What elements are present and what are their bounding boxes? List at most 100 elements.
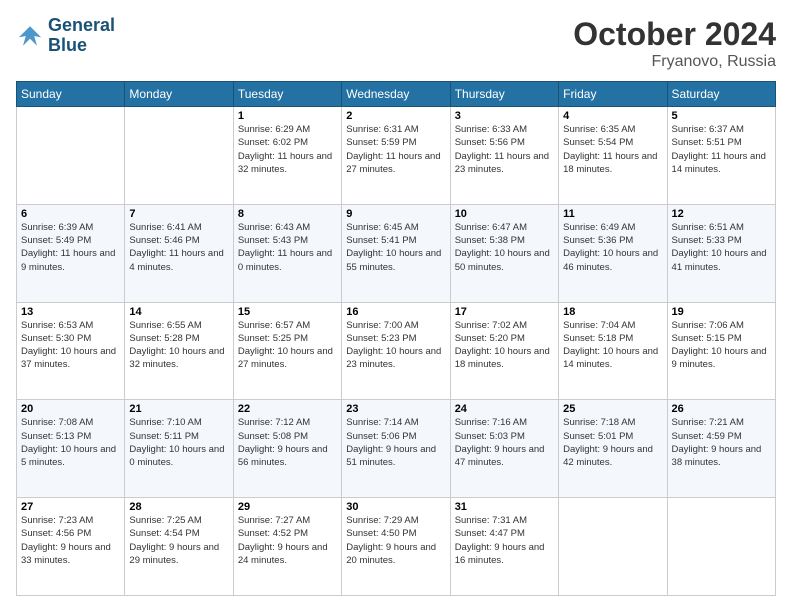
day-number: 5: [672, 110, 771, 122]
calendar-cell: 1Sunrise: 6:29 AM Sunset: 6:02 PM Daylig…: [233, 107, 341, 205]
calendar-cell: 18Sunrise: 7:04 AM Sunset: 5:18 PM Dayli…: [559, 302, 667, 400]
calendar-week-row: 20Sunrise: 7:08 AM Sunset: 5:13 PM Dayli…: [17, 400, 776, 498]
day-info: Sunrise: 7:16 AM Sunset: 5:03 PM Dayligh…: [455, 416, 554, 469]
header: General Blue October 2024 Fryanovo, Russ…: [16, 16, 776, 71]
calendar-cell: [559, 498, 667, 596]
header-thursday: Thursday: [450, 82, 558, 107]
calendar-cell: 24Sunrise: 7:16 AM Sunset: 5:03 PM Dayli…: [450, 400, 558, 498]
day-info: Sunrise: 6:43 AM Sunset: 5:43 PM Dayligh…: [238, 221, 337, 274]
day-info: Sunrise: 6:57 AM Sunset: 5:25 PM Dayligh…: [238, 319, 337, 372]
day-number: 7: [129, 208, 228, 220]
calendar-week-row: 6Sunrise: 6:39 AM Sunset: 5:49 PM Daylig…: [17, 204, 776, 302]
day-number: 20: [21, 403, 120, 415]
day-number: 1: [238, 110, 337, 122]
day-number: 27: [21, 501, 120, 513]
calendar-cell: 31Sunrise: 7:31 AM Sunset: 4:47 PM Dayli…: [450, 498, 558, 596]
calendar-table: Sunday Monday Tuesday Wednesday Thursday…: [16, 81, 776, 596]
calendar-cell: [17, 107, 125, 205]
calendar-cell: 30Sunrise: 7:29 AM Sunset: 4:50 PM Dayli…: [342, 498, 450, 596]
calendar-cell: 23Sunrise: 7:14 AM Sunset: 5:06 PM Dayli…: [342, 400, 450, 498]
day-number: 9: [346, 208, 445, 220]
calendar-cell: 20Sunrise: 7:08 AM Sunset: 5:13 PM Dayli…: [17, 400, 125, 498]
day-number: 22: [238, 403, 337, 415]
calendar-cell: 29Sunrise: 7:27 AM Sunset: 4:52 PM Dayli…: [233, 498, 341, 596]
calendar-cell: 19Sunrise: 7:06 AM Sunset: 5:15 PM Dayli…: [667, 302, 775, 400]
day-info: Sunrise: 6:33 AM Sunset: 5:56 PM Dayligh…: [455, 123, 554, 176]
day-info: Sunrise: 7:06 AM Sunset: 5:15 PM Dayligh…: [672, 319, 771, 372]
day-info: Sunrise: 6:41 AM Sunset: 5:46 PM Dayligh…: [129, 221, 228, 274]
header-sunday: Sunday: [17, 82, 125, 107]
day-number: 13: [21, 306, 120, 318]
logo-text: General Blue: [48, 16, 115, 56]
day-info: Sunrise: 6:29 AM Sunset: 6:02 PM Dayligh…: [238, 123, 337, 176]
day-info: Sunrise: 6:55 AM Sunset: 5:28 PM Dayligh…: [129, 319, 228, 372]
calendar-cell: 11Sunrise: 6:49 AM Sunset: 5:36 PM Dayli…: [559, 204, 667, 302]
day-number: 29: [238, 501, 337, 513]
calendar-cell: 25Sunrise: 7:18 AM Sunset: 5:01 PM Dayli…: [559, 400, 667, 498]
calendar-cell: 8Sunrise: 6:43 AM Sunset: 5:43 PM Daylig…: [233, 204, 341, 302]
calendar-cell: 16Sunrise: 7:00 AM Sunset: 5:23 PM Dayli…: [342, 302, 450, 400]
calendar-cell: 9Sunrise: 6:45 AM Sunset: 5:41 PM Daylig…: [342, 204, 450, 302]
day-info: Sunrise: 7:29 AM Sunset: 4:50 PM Dayligh…: [346, 514, 445, 567]
day-number: 14: [129, 306, 228, 318]
calendar-cell: 4Sunrise: 6:35 AM Sunset: 5:54 PM Daylig…: [559, 107, 667, 205]
header-monday: Monday: [125, 82, 233, 107]
month-title: October 2024: [573, 16, 776, 53]
day-info: Sunrise: 7:00 AM Sunset: 5:23 PM Dayligh…: [346, 319, 445, 372]
day-number: 19: [672, 306, 771, 318]
day-info: Sunrise: 6:31 AM Sunset: 5:59 PM Dayligh…: [346, 123, 445, 176]
day-number: 25: [563, 403, 662, 415]
calendar-cell: 28Sunrise: 7:25 AM Sunset: 4:54 PM Dayli…: [125, 498, 233, 596]
calendar-cell: 14Sunrise: 6:55 AM Sunset: 5:28 PM Dayli…: [125, 302, 233, 400]
day-info: Sunrise: 6:51 AM Sunset: 5:33 PM Dayligh…: [672, 221, 771, 274]
day-number: 31: [455, 501, 554, 513]
weekday-header-row: Sunday Monday Tuesday Wednesday Thursday…: [17, 82, 776, 107]
day-number: 28: [129, 501, 228, 513]
day-number: 4: [563, 110, 662, 122]
day-info: Sunrise: 6:53 AM Sunset: 5:30 PM Dayligh…: [21, 319, 120, 372]
calendar-cell: 5Sunrise: 6:37 AM Sunset: 5:51 PM Daylig…: [667, 107, 775, 205]
day-number: 16: [346, 306, 445, 318]
day-info: Sunrise: 7:02 AM Sunset: 5:20 PM Dayligh…: [455, 319, 554, 372]
day-info: Sunrise: 7:08 AM Sunset: 5:13 PM Dayligh…: [21, 416, 120, 469]
header-tuesday: Tuesday: [233, 82, 341, 107]
calendar-cell: 3Sunrise: 6:33 AM Sunset: 5:56 PM Daylig…: [450, 107, 558, 205]
day-info: Sunrise: 6:47 AM Sunset: 5:38 PM Dayligh…: [455, 221, 554, 274]
day-info: Sunrise: 7:25 AM Sunset: 4:54 PM Dayligh…: [129, 514, 228, 567]
day-number: 10: [455, 208, 554, 220]
day-info: Sunrise: 6:45 AM Sunset: 5:41 PM Dayligh…: [346, 221, 445, 274]
calendar-cell: 21Sunrise: 7:10 AM Sunset: 5:11 PM Dayli…: [125, 400, 233, 498]
day-number: 24: [455, 403, 554, 415]
day-number: 11: [563, 208, 662, 220]
logo: General Blue: [16, 16, 115, 56]
day-info: Sunrise: 7:10 AM Sunset: 5:11 PM Dayligh…: [129, 416, 228, 469]
page: General Blue October 2024 Fryanovo, Russ…: [0, 0, 792, 612]
day-number: 18: [563, 306, 662, 318]
day-number: 26: [672, 403, 771, 415]
day-info: Sunrise: 7:31 AM Sunset: 4:47 PM Dayligh…: [455, 514, 554, 567]
header-wednesday: Wednesday: [342, 82, 450, 107]
calendar-cell: 22Sunrise: 7:12 AM Sunset: 5:08 PM Dayli…: [233, 400, 341, 498]
calendar-cell: 26Sunrise: 7:21 AM Sunset: 4:59 PM Dayli…: [667, 400, 775, 498]
calendar-cell: [125, 107, 233, 205]
header-saturday: Saturday: [667, 82, 775, 107]
calendar-cell: 10Sunrise: 6:47 AM Sunset: 5:38 PM Dayli…: [450, 204, 558, 302]
day-info: Sunrise: 6:39 AM Sunset: 5:49 PM Dayligh…: [21, 221, 120, 274]
day-info: Sunrise: 7:23 AM Sunset: 4:56 PM Dayligh…: [21, 514, 120, 567]
calendar-cell: 13Sunrise: 6:53 AM Sunset: 5:30 PM Dayli…: [17, 302, 125, 400]
day-number: 17: [455, 306, 554, 318]
day-info: Sunrise: 7:12 AM Sunset: 5:08 PM Dayligh…: [238, 416, 337, 469]
calendar-cell: 27Sunrise: 7:23 AM Sunset: 4:56 PM Dayli…: [17, 498, 125, 596]
day-info: Sunrise: 7:27 AM Sunset: 4:52 PM Dayligh…: [238, 514, 337, 567]
day-number: 23: [346, 403, 445, 415]
day-number: 30: [346, 501, 445, 513]
day-info: Sunrise: 6:37 AM Sunset: 5:51 PM Dayligh…: [672, 123, 771, 176]
title-block: October 2024 Fryanovo, Russia: [573, 16, 776, 71]
calendar-cell: 7Sunrise: 6:41 AM Sunset: 5:46 PM Daylig…: [125, 204, 233, 302]
day-number: 8: [238, 208, 337, 220]
day-number: 21: [129, 403, 228, 415]
header-friday: Friday: [559, 82, 667, 107]
day-info: Sunrise: 6:35 AM Sunset: 5:54 PM Dayligh…: [563, 123, 662, 176]
calendar-week-row: 1Sunrise: 6:29 AM Sunset: 6:02 PM Daylig…: [17, 107, 776, 205]
calendar-cell: 2Sunrise: 6:31 AM Sunset: 5:59 PM Daylig…: [342, 107, 450, 205]
